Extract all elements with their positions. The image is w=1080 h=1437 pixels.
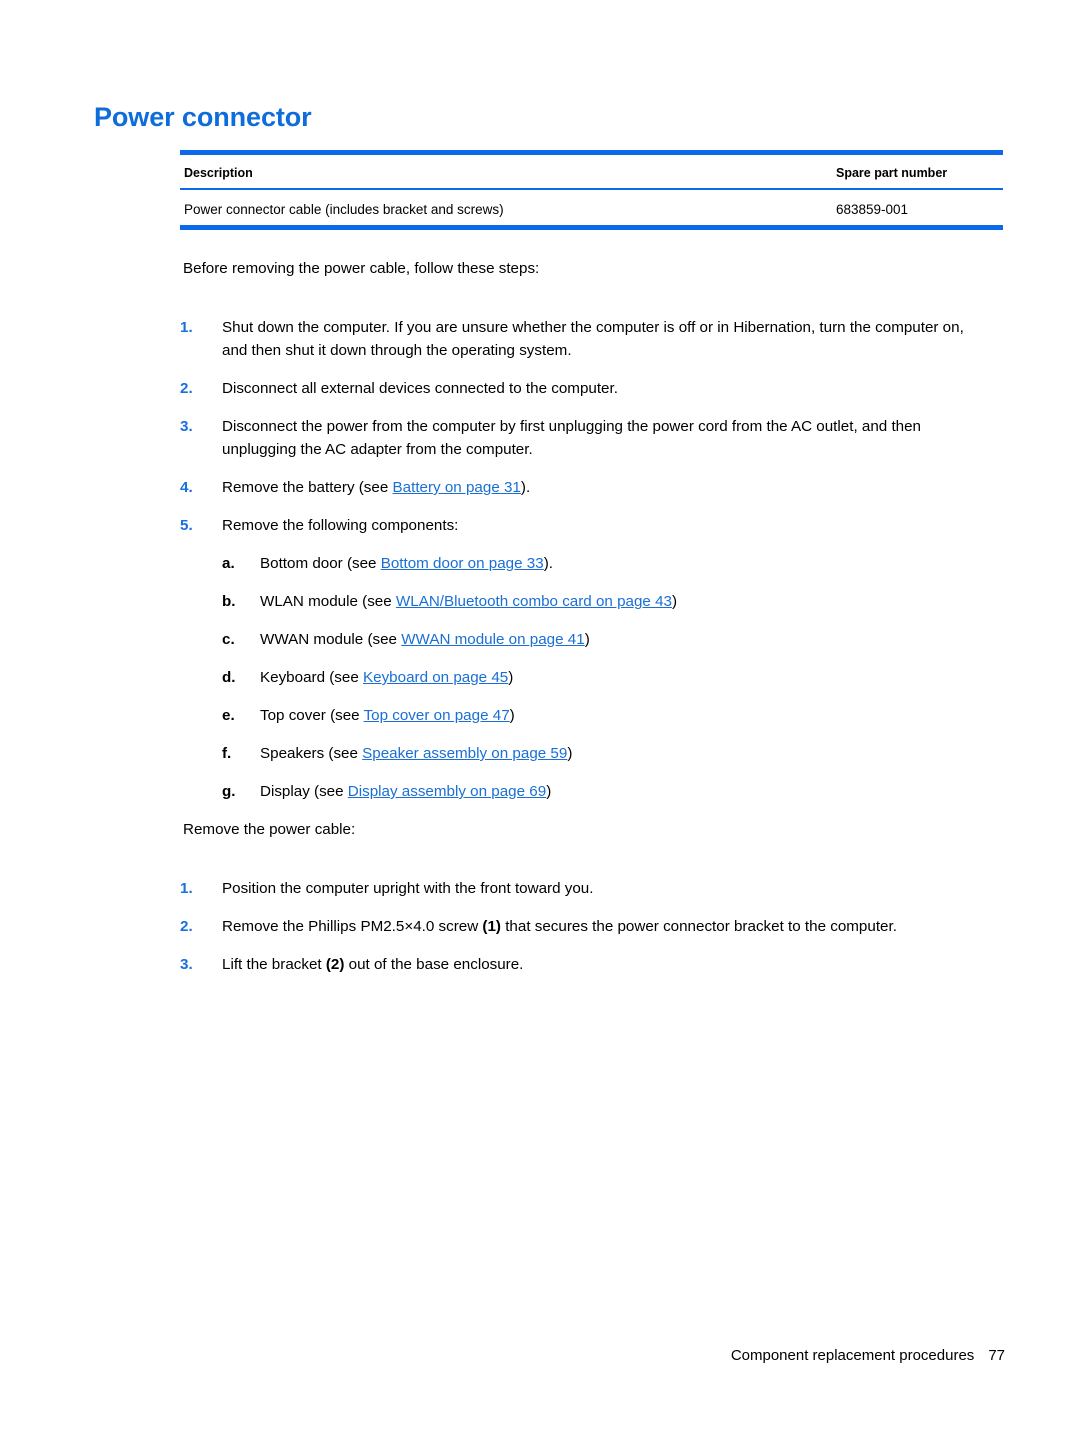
list-marker: 4. [180, 479, 193, 496]
table-bottom-rule [180, 225, 1003, 230]
list-item-remove-step-1: 1. Position the computer upright with th… [180, 877, 992, 900]
before-removal-steps: 1. Shut down the computer. If you are un… [0, 316, 1080, 803]
callout-reference-2: (2) [325, 956, 345, 973]
xref-link-battery[interactable]: Battery on page 31 [393, 479, 521, 496]
list-marker: c. [222, 631, 235, 648]
footer-page-number: 77 [988, 1347, 1005, 1364]
list-marker: b. [222, 593, 236, 610]
list-item-text-suffix: ) [546, 783, 552, 800]
page-content: Before removing the power cable, follow … [0, 258, 1080, 976]
list-marker: 1. [180, 319, 193, 336]
table-row: Power connector cable (includes bracket … [180, 190, 1003, 225]
list-item-text-prefix: Top cover (see [260, 707, 364, 724]
list-item-text: Disconnect all external devices connecte… [222, 380, 618, 397]
xref-link-wwan-module[interactable]: WWAN module on page 41 [401, 631, 584, 648]
list-item-text-suffix: ) [508, 669, 514, 686]
list-item-text-suffix: ) [584, 631, 590, 648]
list-item-text-suffix: ) [509, 707, 515, 724]
list-item-text-suffix: ). [543, 555, 553, 572]
list-item-step-5: 5. Remove the following components: [180, 514, 992, 537]
list-item-text-prefix: Keyboard (see [260, 669, 363, 686]
list-item-text-suffix: ). [520, 479, 531, 496]
page-footer: Component replacement procedures 77 [0, 1347, 1005, 1364]
list-item-text: Remove the following components: [222, 517, 459, 534]
footer-chapter-title: Component replacement procedures [730, 1347, 975, 1364]
xref-link-top-cover[interactable]: Top cover on page 47 [364, 707, 510, 724]
list-item-remove-step-2: 2. Remove the Phillips PM2.5×4.0 screw (… [180, 915, 992, 938]
list-marker: 3. [180, 956, 193, 973]
spare-parts-table: Description Spare part number Power conn… [180, 150, 1003, 230]
list-item-text: Disconnect the power from the computer b… [222, 418, 922, 458]
list-marker: 2. [180, 380, 193, 397]
list-marker: a. [222, 555, 235, 572]
list-item-text-part1: Lift the bracket [222, 956, 326, 973]
list-item-text-suffix: ) [567, 745, 573, 762]
list-marker: 5. [180, 517, 193, 534]
table-cell-description: Power connector cable (includes bracket … [184, 202, 504, 217]
remove-cable-intro: Remove the power cable: [183, 821, 356, 838]
callout-reference-1: (1) [482, 918, 501, 935]
xref-link-speaker-assembly[interactable]: Speaker assembly on page 59 [362, 745, 567, 762]
xref-link-bottom-door[interactable]: Bottom door on page 33 [381, 555, 544, 572]
xref-link-keyboard[interactable]: Keyboard on page 45 [363, 669, 508, 686]
table-header-description: Description [184, 166, 253, 180]
list-item-component-f: f. Speakers (see Speaker assembly on pag… [222, 742, 992, 765]
list-item-component-d: d. Keyboard (see Keyboard on page 45) [222, 666, 992, 689]
document-page: Power connector Description Spare part n… [0, 0, 1080, 1437]
list-item-component-e: e. Top cover (see Top cover on page 47) [222, 704, 992, 727]
list-item-component-g: g. Display (see Display assembly on page… [222, 780, 992, 803]
list-item-text-prefix: Remove the battery (see [222, 479, 393, 496]
list-item-text-prefix: Speakers (see [260, 745, 363, 762]
list-item-remove-step-3: 3. Lift the bracket (2) out of the base … [180, 953, 992, 976]
list-item-component-b: b. WLAN module (see WLAN/Bluetooth combo… [222, 590, 992, 613]
list-item-text-part2: that secures the power connector bracket… [500, 918, 897, 935]
list-marker: g. [222, 783, 236, 800]
list-item-component-c: c. WWAN module (see WWAN module on page … [222, 628, 992, 651]
table-header-row: Description Spare part number [180, 155, 1003, 188]
list-item-text-part2: out of the base enclosure. [344, 956, 524, 973]
page-title: Power connector [94, 102, 312, 132]
remove-cable-steps: 1. Position the computer upright with th… [0, 877, 1080, 976]
xref-link-wlan-bluetooth-combo-card[interactable]: WLAN/Bluetooth combo card on page 43 [396, 593, 672, 610]
list-item-text-prefix: WWAN module (see [260, 631, 402, 648]
list-item-text-prefix: WLAN module (see [260, 593, 396, 610]
list-item-step-1: 1. Shut down the computer. If you are un… [180, 316, 992, 362]
list-item-text: Position the computer upright with the f… [222, 880, 594, 897]
list-marker: 1. [180, 880, 193, 897]
list-marker: d. [222, 669, 236, 686]
list-item-component-a: a. Bottom door (see Bottom door on page … [222, 552, 992, 575]
before-removal-intro: Before removing the power cable, follow … [183, 260, 540, 277]
list-marker: 2. [180, 918, 193, 935]
table-header-spare-part-number: Spare part number [836, 166, 948, 180]
list-marker: f. [222, 745, 232, 762]
list-item-text: Shut down the computer. If you are unsur… [222, 319, 964, 359]
list-item-step-2: 2. Disconnect all external devices conne… [180, 377, 992, 400]
list-item-text-suffix: ) [671, 593, 678, 610]
list-item-step-4: 4. Remove the battery (see Battery on pa… [180, 476, 992, 499]
list-item-text-part1: Remove the Phillips PM2.5×4.0 screw [222, 918, 483, 935]
list-marker: 3. [180, 418, 193, 435]
table-cell-spare-part-number: 683859-001 [836, 202, 909, 217]
list-item-text-prefix: Display (see [260, 783, 348, 800]
list-marker: e. [222, 707, 235, 724]
xref-link-display-assembly[interactable]: Display assembly on page 69 [348, 783, 546, 800]
list-item-text-prefix: Bottom door (see [260, 555, 381, 572]
list-item-step-3: 3. Disconnect the power from the compute… [180, 415, 992, 461]
